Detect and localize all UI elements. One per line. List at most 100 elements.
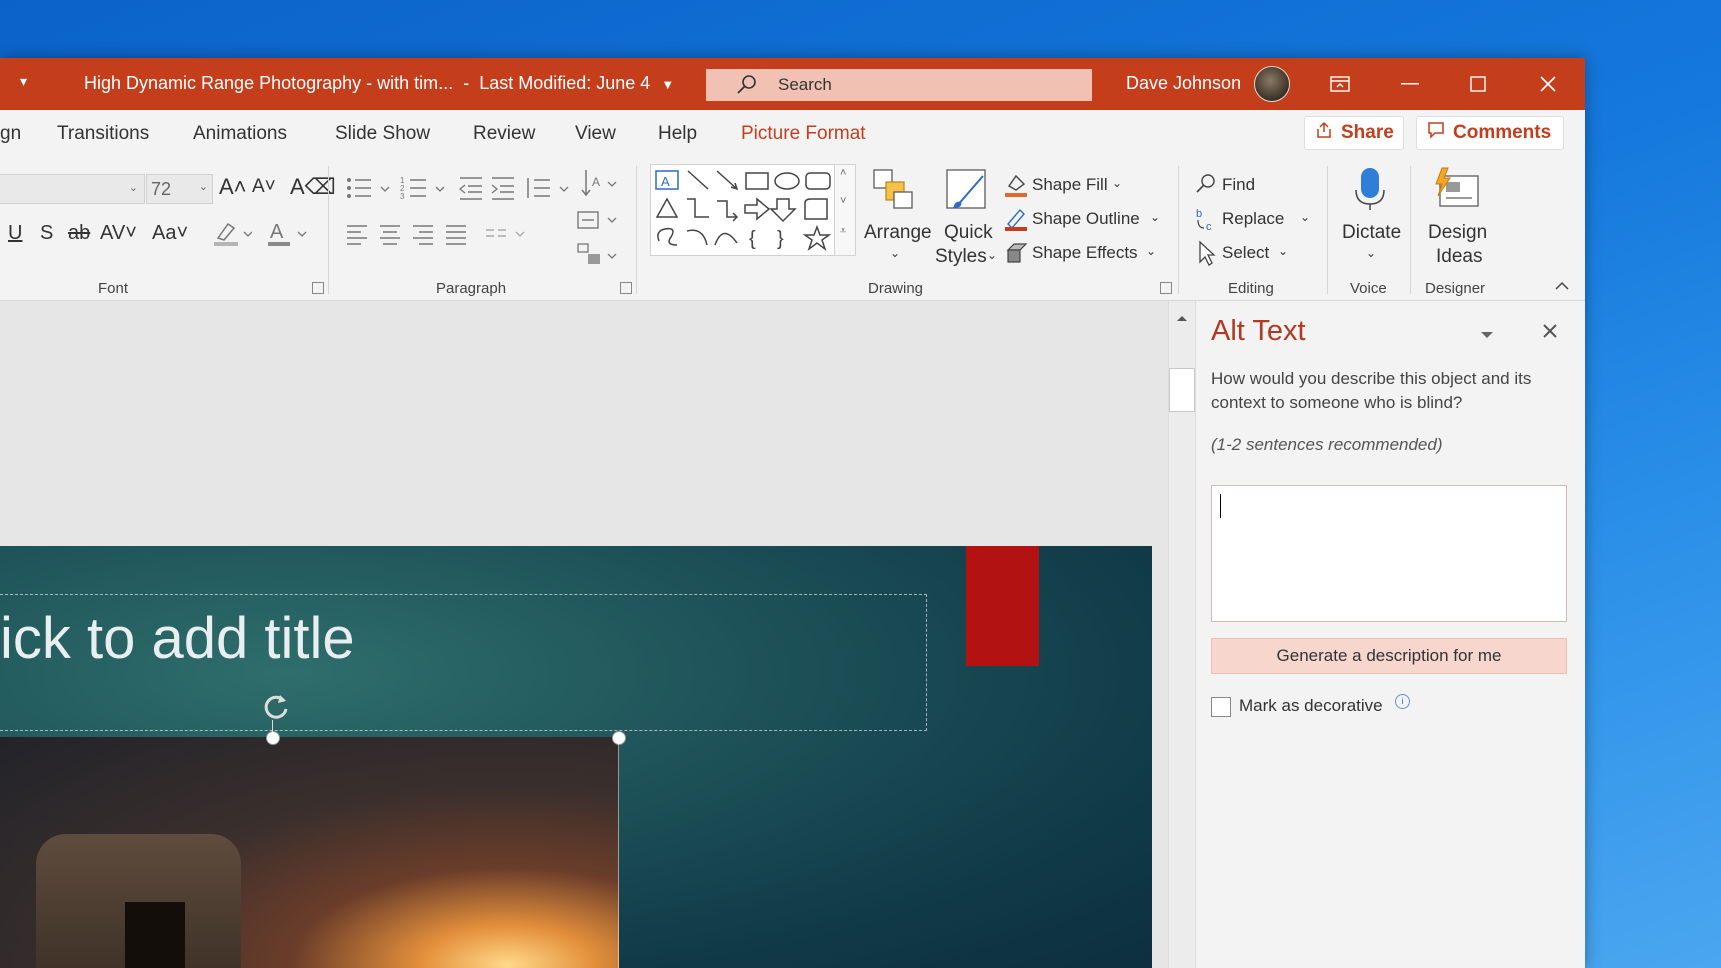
numbering-icon[interactable]: 123 <box>400 174 446 207</box>
title-placeholder-text: ick to add title <box>0 606 355 671</box>
increase-font-icon[interactable]: A˄ <box>219 174 247 200</box>
svg-text:{: { <box>749 228 756 250</box>
document-title[interactable]: High Dynamic Range Photography - with ti… <box>84 73 674 94</box>
info-icon[interactable]: i <box>1395 694 1410 709</box>
tab-animations[interactable]: Animations <box>193 123 287 145</box>
scroll-thumb[interactable] <box>1169 368 1195 412</box>
decrease-indent-icon[interactable] <box>458 174 484 207</box>
chevron-down-icon: ⌄ <box>1146 244 1157 258</box>
decorative-checkbox[interactable] <box>1211 697 1231 717</box>
avatar[interactable] <box>1254 66 1290 102</box>
scroll-up-icon[interactable] <box>1176 309 1188 327</box>
gallery-scroll[interactable]: ˄ ˅ ⩡ <box>834 165 855 255</box>
decrease-font-icon[interactable]: A˅ <box>252 176 276 198</box>
tab-picture-format[interactable]: Picture Format <box>741 123 866 145</box>
quick-styles-label-1: Quick <box>944 222 993 243</box>
rotate-handle-stem <box>272 720 273 732</box>
title-separator: - <box>463 73 470 93</box>
dictate-button[interactable]: Dictate ⌄ <box>1338 166 1402 276</box>
chevron-up-icon[interactable]: ˄ <box>840 167 846 179</box>
search-placeholder: Search <box>778 75 832 94</box>
drawing-dialog-launcher-icon[interactable] <box>1160 282 1172 294</box>
shape-effects-button[interactable]: Shape Effects ⌄ <box>1004 240 1184 268</box>
text-direction-icon[interactable]: A <box>580 168 620 203</box>
tab-view[interactable]: View <box>575 123 616 145</box>
alt-text-input[interactable] <box>1211 485 1567 622</box>
character-spacing-icon[interactable]: AV˅ <box>100 222 137 245</box>
tab-transitions[interactable]: Transitions <box>57 123 149 145</box>
underline-icon[interactable]: U <box>8 222 22 245</box>
line-spacing-icon[interactable] <box>524 174 570 207</box>
align-left-icon[interactable] <box>345 222 369 251</box>
collapse-ribbon-icon[interactable] <box>1554 278 1570 296</box>
alt-text-pane: Alt Text How would you describe this obj… <box>1195 301 1585 968</box>
increase-indent-icon[interactable] <box>490 174 516 207</box>
align-right-icon[interactable] <box>411 222 435 251</box>
font-size-box[interactable]: 72 ⌄ <box>146 174 213 204</box>
more-icon[interactable]: ⩡ <box>840 225 846 238</box>
close-icon[interactable] <box>1542 323 1558 344</box>
group-label-editing: Editing <box>1228 280 1274 297</box>
font-dialog-launcher-icon[interactable] <box>312 282 324 294</box>
design-ideas-button[interactable]: Design Ideas <box>1422 166 1492 276</box>
paragraph-dialog-launcher-icon[interactable] <box>620 282 632 294</box>
share-button[interactable]: Share <box>1304 116 1404 150</box>
red-rectangle-shape[interactable] <box>966 546 1039 666</box>
generate-description-button[interactable]: Generate a description for me <box>1211 638 1567 674</box>
shape-fill-button[interactable]: Shape Fill ⌄ <box>1004 172 1184 200</box>
user-name[interactable]: Dave Johnson <box>1126 73 1241 94</box>
svg-text:}: } <box>777 228 784 250</box>
find-button[interactable]: Find <box>1194 172 1314 200</box>
bullets-icon[interactable] <box>345 174 391 207</box>
font-size-value: 72 <box>151 179 172 199</box>
chevron-down-icon: ⌄ <box>198 181 208 193</box>
vertical-scrollbar[interactable] <box>1168 301 1195 968</box>
chevron-down-icon: ⌄ <box>987 248 998 262</box>
slide-canvas[interactable]: ick to add title <box>0 546 1152 968</box>
close-icon[interactable] <box>1528 68 1568 100</box>
strikethrough-icon[interactable]: ab <box>68 222 90 245</box>
justify-icon[interactable] <box>444 222 468 251</box>
replace-label: Replace <box>1222 209 1285 228</box>
font-color-icon[interactable]: A <box>266 218 308 253</box>
svg-text:A: A <box>661 174 670 189</box>
rotate-handle-icon[interactable] <box>258 689 294 730</box>
decorative-label[interactable]: Mark as decorative <box>1239 696 1383 716</box>
pane-options-icon[interactable] <box>1480 327 1494 345</box>
group-separator <box>1327 166 1328 294</box>
minimize-icon[interactable] <box>1390 68 1430 100</box>
selected-picture[interactable] <box>0 737 619 968</box>
highlight-color-icon[interactable] <box>212 218 253 253</box>
ribbon-display-options-icon[interactable] <box>1320 68 1360 100</box>
select-button[interactable]: Select ⌄ <box>1194 240 1314 268</box>
tab-design[interactable]: gn <box>0 123 21 145</box>
smartart-icon[interactable] <box>576 240 620 273</box>
tab-slide-show[interactable]: Slide Show <box>335 123 430 145</box>
pen-icon <box>1005 208 1027 231</box>
shape-outline-button[interactable]: Shape Outline ⌄ <box>1004 206 1184 234</box>
shapes-gallery[interactable]: A { } ˄ ˅ ⩡ <box>650 164 856 256</box>
arrange-button[interactable]: Arrange ⌄ <box>864 166 932 286</box>
slide-editor[interactable]: ick to add title <box>0 301 1170 968</box>
group-separator <box>636 166 637 294</box>
comments-button[interactable]: Comments <box>1416 116 1564 150</box>
title-placeholder[interactable]: ick to add title <box>0 594 927 731</box>
shadow-icon[interactable]: S <box>40 222 53 245</box>
maximize-icon[interactable] <box>1458 68 1498 100</box>
chevron-down-icon[interactable]: ˅ <box>840 195 846 207</box>
resize-handle[interactable] <box>266 731 280 745</box>
font-name-box[interactable]: ⌄ <box>0 174 145 204</box>
tab-help[interactable]: Help <box>658 123 697 145</box>
columns-icon[interactable] <box>484 222 528 251</box>
chevron-down-icon: ⌄ <box>128 182 138 194</box>
svg-text:A: A <box>592 175 600 189</box>
resize-handle[interactable] <box>612 731 626 745</box>
search-box[interactable]: Search <box>706 69 1092 101</box>
align-text-icon[interactable] <box>576 206 620 239</box>
replace-button[interactable]: bc Replace ⌄ <box>1194 206 1314 234</box>
quick-access-dropdown-icon[interactable]: ▾ <box>20 73 27 90</box>
align-center-icon[interactable] <box>378 222 402 251</box>
quick-styles-button[interactable]: Quick Styles ⌄ <box>935 166 999 286</box>
tab-review[interactable]: Review <box>473 123 535 145</box>
change-case-icon[interactable]: Aa˅ <box>152 222 188 245</box>
